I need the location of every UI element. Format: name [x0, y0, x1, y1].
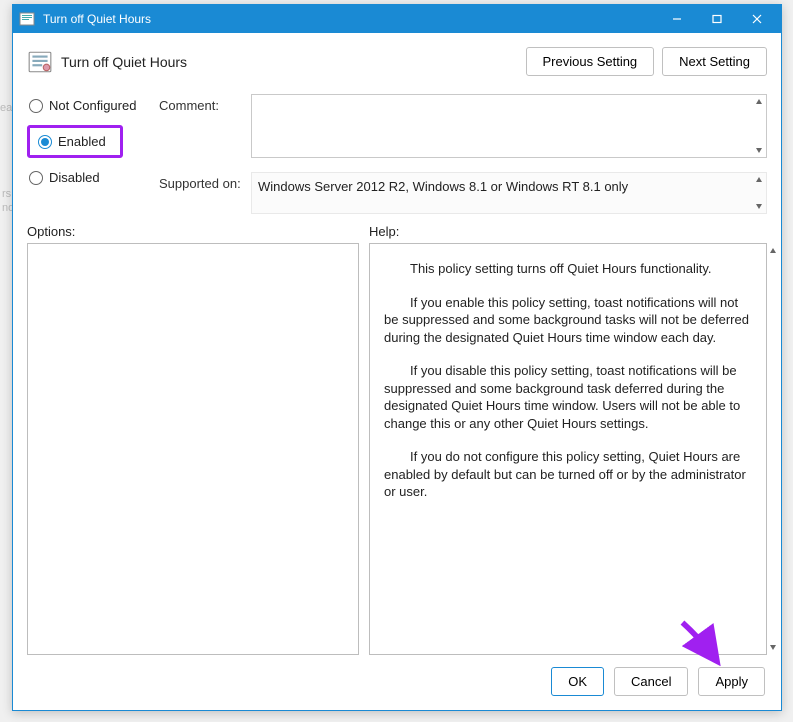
next-setting-button[interactable]: Next Setting	[662, 47, 767, 76]
radio-icon	[38, 135, 52, 149]
help-paragraph: This policy setting turns off Quiet Hour…	[384, 260, 752, 278]
ok-button[interactable]: OK	[551, 667, 604, 696]
help-paragraph: If you enable this policy setting, toast…	[384, 294, 752, 347]
radio-enabled[interactable]: Enabled	[27, 125, 123, 158]
window-title: Turn off Quiet Hours	[43, 12, 657, 26]
comment-label: Comment:	[159, 94, 249, 113]
radio-icon	[29, 99, 43, 113]
scroll-up-icon[interactable]	[752, 95, 766, 109]
policy-window-icon	[19, 11, 35, 27]
supported-on-box: Windows Server 2012 R2, Windows 8.1 or W…	[251, 172, 767, 214]
help-paragraph: If you disable this policy setting, toas…	[384, 362, 752, 432]
supported-on-label: Supported on:	[159, 172, 249, 191]
apply-button[interactable]: Apply	[698, 667, 765, 696]
scroll-down-icon[interactable]	[752, 143, 766, 157]
radio-icon	[29, 171, 43, 185]
policy-editor-window: Turn off Quiet Hours Turn off Quiet Hour…	[12, 4, 782, 711]
scroll-up-icon[interactable]	[752, 173, 766, 187]
maximize-button[interactable]	[697, 5, 737, 33]
radio-not-configured[interactable]: Not Configured	[27, 96, 157, 115]
cancel-button[interactable]: Cancel	[614, 667, 688, 696]
scroll-down-icon[interactable]	[766, 640, 780, 654]
minimize-button[interactable]	[657, 5, 697, 33]
titlebar[interactable]: Turn off Quiet Hours	[13, 5, 781, 33]
policy-icon	[27, 49, 53, 75]
comment-textarea[interactable]	[251, 94, 767, 158]
scroll-down-icon[interactable]	[752, 199, 766, 213]
scroll-up-icon[interactable]	[766, 244, 780, 258]
options-panel	[27, 243, 359, 655]
previous-setting-button[interactable]: Previous Setting	[526, 47, 655, 76]
help-label: Help:	[369, 224, 399, 239]
policy-name: Turn off Quiet Hours	[61, 54, 526, 70]
radio-disabled[interactable]: Disabled	[27, 168, 157, 187]
help-paragraph: If you do not configure this policy sett…	[384, 448, 752, 501]
radio-label: Not Configured	[49, 98, 136, 113]
options-label: Options:	[27, 224, 369, 239]
radio-label: Disabled	[49, 170, 100, 185]
radio-label: Enabled	[58, 134, 106, 149]
background-text: ea	[0, 102, 12, 114]
close-button[interactable]	[737, 5, 777, 33]
background-text: rs	[2, 188, 11, 200]
supported-on-value: Windows Server 2012 R2, Windows 8.1 or W…	[258, 179, 628, 194]
help-panel: This policy setting turns off Quiet Hour…	[369, 243, 767, 655]
